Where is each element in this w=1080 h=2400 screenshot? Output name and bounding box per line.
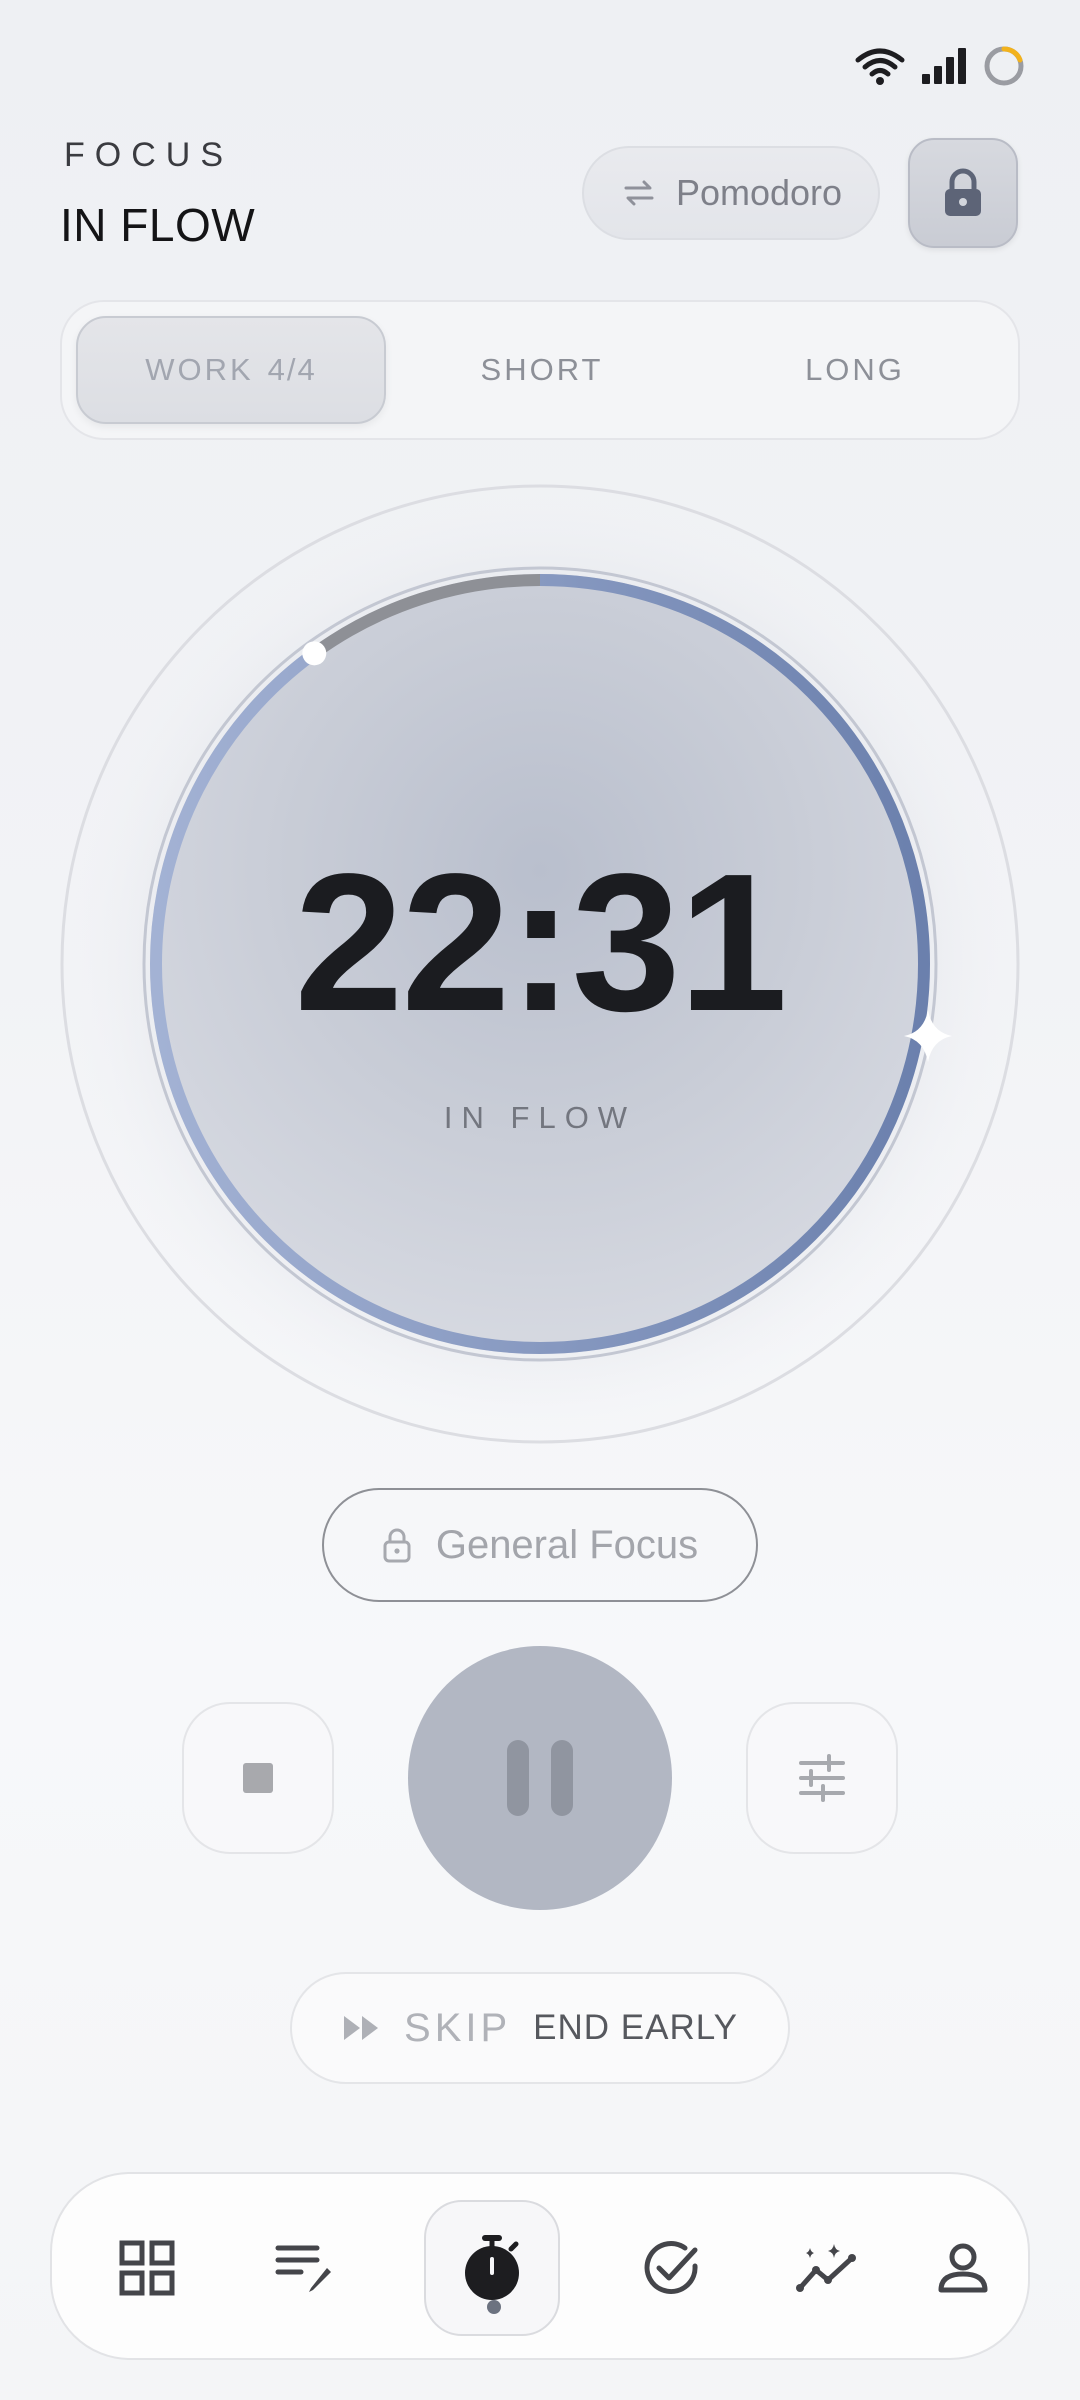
signal-icon — [922, 48, 966, 84]
skip-end-early-button[interactable]: SKIP END EARLY — [290, 1972, 790, 2084]
nav-item-profile[interactable] — [908, 2174, 1018, 2362]
tab-work[interactable]: WORK 4/4 — [76, 316, 386, 424]
stop-button[interactable] — [182, 1702, 334, 1854]
nav-item-insights[interactable] — [752, 2174, 902, 2362]
nav-item-timer-box — [424, 2200, 560, 2336]
progress-knob[interactable] — [302, 641, 327, 666]
tab-work-label: WORK — [145, 352, 254, 387]
battery-ring-icon — [984, 46, 1024, 86]
lock-icon — [945, 168, 981, 216]
grid-icon — [119, 2240, 175, 2296]
bottom-nav — [50, 2172, 1030, 2360]
mode-selector-button[interactable]: Pomodoro — [582, 146, 880, 240]
lock-icon — [383, 1528, 411, 1563]
nav-item-notes[interactable] — [230, 2174, 380, 2362]
session-tabs: WORK 4/4 SHORT LONG — [60, 300, 1020, 440]
active-indicator — [487, 2300, 501, 2314]
tab-long-label: LONG — [805, 352, 905, 387]
stopwatch-icon — [465, 2235, 519, 2300]
notes-edit-icon — [275, 2245, 331, 2292]
repeat-icon — [624, 180, 654, 206]
focus-tag-label: General Focus — [435, 1522, 699, 1567]
timer-status: IN FLOW — [443, 1100, 637, 1135]
tab-short-label: SHORT — [480, 352, 604, 387]
mode-label: Pomodoro — [675, 172, 843, 213]
pause-icon-bar — [551, 1740, 573, 1816]
timer-display: 22:31 — [294, 833, 787, 1052]
tab-short[interactable]: SHORT — [392, 316, 692, 424]
tab-work-count: 4/4 — [267, 352, 317, 387]
wifi-icon — [855, 48, 905, 85]
status-bar — [854, 44, 1026, 88]
tab-long[interactable]: LONG — [702, 316, 1008, 424]
end-early-label: END EARLY — [533, 2008, 738, 2047]
nav-item-timer[interactable] — [392, 2174, 592, 2362]
app-label: FOCUS — [64, 136, 233, 174]
lock-button[interactable] — [908, 138, 1018, 248]
stop-icon — [243, 1763, 273, 1793]
adjust-settings-button[interactable] — [746, 1702, 898, 1854]
nav-item-dashboard[interactable] — [72, 2174, 222, 2362]
insights-icon — [796, 2244, 856, 2292]
pause-button[interactable] — [408, 1646, 672, 1910]
page-title: IN FLOW — [60, 199, 256, 251]
focus-tag-button[interactable]: General Focus — [322, 1488, 758, 1602]
skip-label: SKIP — [404, 2005, 512, 2050]
nav-item-tasks[interactable] — [596, 2174, 746, 2362]
check-circle-icon — [644, 2241, 698, 2294]
profile-icon — [938, 2243, 988, 2293]
fast-forward-icon — [344, 2016, 379, 2040]
sliders-icon — [799, 1754, 845, 1802]
pause-icon — [507, 1740, 529, 1816]
